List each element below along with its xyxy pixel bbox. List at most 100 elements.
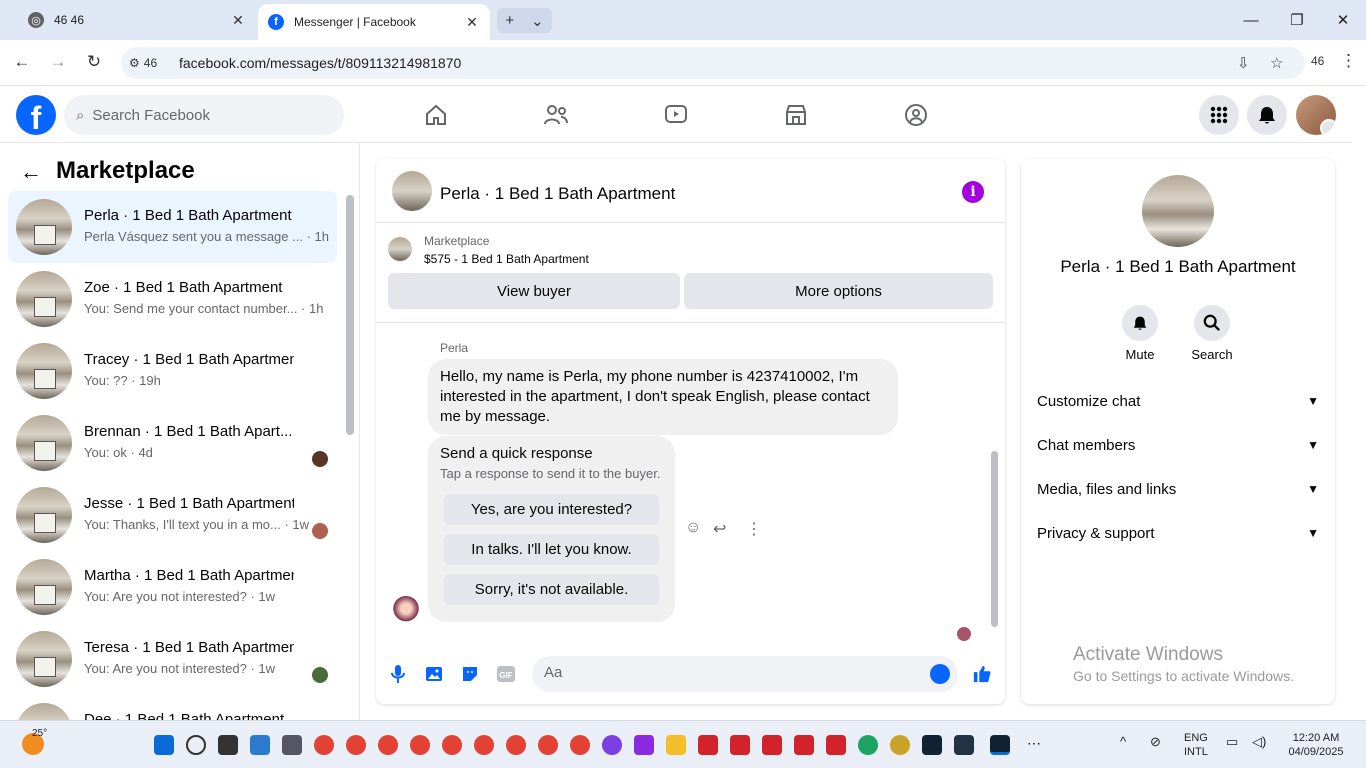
conversation-item[interactable]: Jesse · 1 Bed 1 Bath Apartment You: Than… — [8, 479, 337, 551]
react-emoji-icon[interactable]: ☺ — [685, 519, 701, 537]
chrome-icon[interactable] — [314, 735, 334, 755]
message-input[interactable] — [544, 664, 914, 681]
task-view-icon[interactable] — [218, 735, 238, 755]
site-info-chip[interactable]: ⚙ 46 — [129, 52, 169, 74]
more-actions-icon[interactable]: ⋮ — [746, 519, 762, 539]
app-icon[interactable] — [602, 735, 622, 755]
notifications-bell-icon[interactable] — [1247, 95, 1287, 135]
window-close-button[interactable]: ✕ — [1320, 0, 1366, 40]
network-off-icon[interactable]: ⊘ — [1150, 735, 1161, 749]
chrome-icon[interactable] — [506, 735, 526, 755]
thumbs-up-icon[interactable] — [972, 664, 992, 684]
search-icon[interactable] — [186, 735, 206, 755]
edge-icon[interactable] — [858, 735, 878, 755]
chrome-icon[interactable] — [378, 735, 398, 755]
tab-close-icon[interactable]: ✕ — [228, 12, 248, 29]
install-app-icon[interactable]: ⇩ — [1237, 54, 1250, 72]
new-tab-button[interactable]: + — [505, 12, 514, 29]
search-button[interactable]: Search — [1182, 305, 1242, 362]
video-icon[interactable] — [662, 101, 690, 129]
conversation-item[interactable]: Martha · 1 Bed 1 Bath Apartment You: Are… — [8, 551, 337, 623]
active-app-icon[interactable] — [990, 735, 1010, 755]
vivaldi-icon[interactable] — [794, 735, 814, 755]
app-icon[interactable] — [282, 735, 302, 755]
sender-avatar[interactable] — [392, 596, 420, 624]
vivaldi-icon[interactable] — [698, 735, 718, 755]
vivaldi-icon[interactable] — [762, 735, 782, 755]
media-files-links-section[interactable]: Media, files and links ▼ — [1037, 471, 1319, 507]
photo-icon[interactable] — [424, 664, 444, 684]
chat-members-section[interactable]: Chat members ▼ — [1037, 427, 1319, 463]
chrome-icon[interactable] — [538, 735, 558, 755]
clock[interactable]: 12:20 AM 04/09/2025 — [1285, 731, 1347, 759]
search-input[interactable] — [92, 106, 313, 124]
customize-chat-section[interactable]: Customize chat ▼ — [1037, 383, 1319, 419]
details-avatar[interactable] — [1142, 175, 1214, 247]
gif-icon[interactable]: GIF — [496, 664, 516, 684]
marketplace-icon[interactable] — [782, 101, 810, 129]
quick-response-option[interactable]: In talks. I'll let you know. — [444, 534, 659, 565]
chrome-icon[interactable] — [410, 735, 430, 755]
page-scrollbar[interactable] — [1352, 87, 1366, 720]
conversation-item[interactable]: Brennan · 1 Bed 1 Bath Apart... You: ok … — [8, 407, 337, 479]
reply-icon[interactable]: ↩ — [713, 519, 726, 539]
mute-button[interactable]: Mute — [1110, 305, 1170, 362]
address-bar[interactable]: ⚙ 46 facebook.com/messages/t/80911321498… — [121, 47, 1305, 79]
conversation-item[interactable]: Zoe · 1 Bed 1 Bath Apartment You: Send m… — [8, 263, 337, 335]
home-icon[interactable] — [422, 101, 450, 129]
minimize-button[interactable]: — — [1228, 0, 1274, 40]
display-icon[interactable]: ▭ — [1226, 735, 1238, 749]
groups-icon[interactable] — [902, 101, 930, 129]
more-options-button[interactable]: More options — [684, 273, 993, 309]
app-icon[interactable] — [922, 735, 942, 755]
quick-response-option[interactable]: Sorry, it's not available. — [444, 574, 659, 605]
inbox-scrollbar[interactable] — [346, 195, 354, 435]
conversation-item[interactable]: Tracey · 1 Bed 1 Bath Apartment You: ?? … — [8, 335, 337, 407]
bookmark-star-icon[interactable]: ☆ — [1270, 54, 1283, 72]
conversation-item[interactable]: Teresa · 1 Bed 1 Bath Apartment You: Are… — [8, 623, 337, 695]
chat-title[interactable]: Perla · 1 Bed 1 Bath Apartment — [440, 184, 675, 204]
app-icon[interactable] — [250, 735, 270, 755]
file-explorer-icon[interactable] — [666, 735, 686, 755]
app-icon[interactable] — [890, 735, 910, 755]
forward-button[interactable]: → — [46, 52, 70, 74]
more-icon[interactable]: ⋯ — [1024, 735, 1044, 755]
chat-scrollbar[interactable] — [991, 451, 998, 627]
app-icon[interactable] — [634, 735, 654, 755]
vivaldi-icon[interactable] — [826, 735, 846, 755]
maximize-button[interactable]: ❐ — [1274, 0, 1320, 40]
chrome-icon[interactable] — [346, 735, 366, 755]
emoji-icon[interactable] — [930, 664, 950, 684]
url-text[interactable]: facebook.com/messages/t/809113214981870 — [179, 55, 461, 71]
facebook-logo[interactable]: f — [16, 95, 56, 135]
reload-button[interactable]: ↻ — [82, 52, 106, 74]
chrome-icon[interactable] — [474, 735, 494, 755]
chat-avatar[interactable] — [392, 171, 432, 211]
vivaldi-icon[interactable] — [730, 735, 750, 755]
tab-46[interactable]: ◎ 46 46 ✕ — [18, 0, 256, 40]
quick-response-option[interactable]: Yes, are you interested? — [444, 494, 659, 525]
back-button[interactable]: ← — [10, 52, 34, 74]
tab-messenger[interactable]: f Messenger | Facebook ✕ — [258, 4, 490, 40]
profile-count[interactable]: 46 — [1311, 54, 1324, 68]
profile-avatar[interactable] — [1296, 95, 1336, 135]
back-arrow-icon[interactable]: ← — [20, 159, 42, 185]
tab-close-icon[interactable]: ✕ — [462, 14, 482, 31]
start-windows-icon[interactable] — [154, 735, 174, 755]
language-indicator[interactable]: ENG INTL — [1184, 731, 1208, 759]
chevron-up-icon[interactable]: ^ — [1120, 735, 1126, 749]
facebook-search[interactable]: ⌕ — [64, 95, 344, 135]
listing-price[interactable]: $575 - 1 Bed 1 Bath Apartment — [424, 252, 589, 266]
conversation-item[interactable]: Perla · 1 Bed 1 Bath Apartment Perla Vás… — [8, 191, 337, 263]
sticker-icon[interactable] — [460, 664, 480, 684]
app-icon[interactable] — [954, 735, 974, 755]
privacy-support-section[interactable]: Privacy & support ▼ — [1037, 515, 1319, 551]
message-bubble[interactable]: Hello, my name is Perla, my phone number… — [428, 359, 898, 435]
volume-icon[interactable]: ◁) — [1252, 735, 1266, 749]
browser-menu-icon[interactable]: ⋮ — [1340, 51, 1357, 71]
chrome-icon[interactable] — [570, 735, 590, 755]
conversation-item[interactable]: Dee · 1 Bed 1 Bath Apartment — [8, 695, 337, 720]
menu-grid-icon[interactable] — [1199, 95, 1239, 135]
microphone-icon[interactable] — [388, 664, 408, 684]
view-buyer-button[interactable]: View buyer — [388, 273, 680, 309]
